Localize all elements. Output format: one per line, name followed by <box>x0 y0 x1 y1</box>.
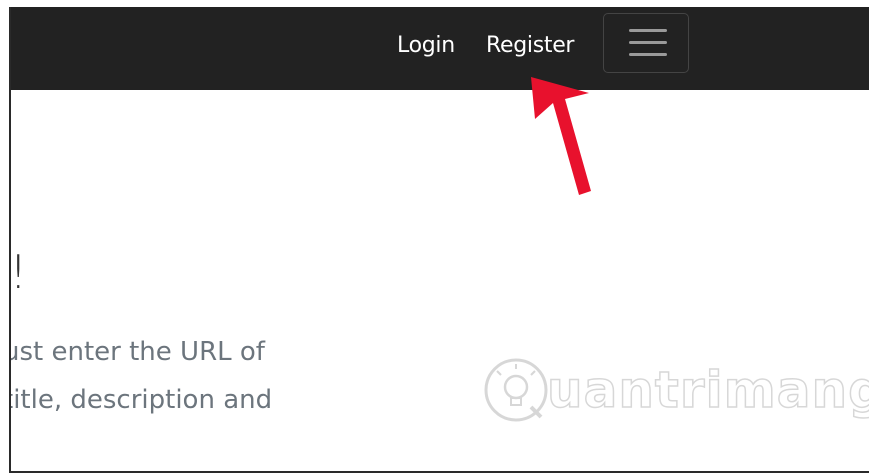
browser-viewport: Login Register ! ust enter the URL of ti… <box>9 7 869 473</box>
red-arrow-annotation-icon <box>531 77 591 195</box>
hamburger-menu-icon <box>629 41 667 44</box>
top-navbar: Login Register <box>11 7 869 90</box>
login-link[interactable]: Login <box>397 31 455 61</box>
lead-text-line-2: title, description and <box>9 385 273 415</box>
lead-text-line-1: ust enter the URL of <box>9 337 265 367</box>
watermark: uantrimang <box>481 355 869 425</box>
hamburger-menu-icon <box>629 53 667 56</box>
watermark-text: uantrimang <box>546 360 869 420</box>
hamburger-menu-icon <box>629 29 667 32</box>
quantrimang-bulb-logo-icon <box>484 358 548 422</box>
page-heading: ! <box>9 245 28 299</box>
navbar-toggler-button[interactable] <box>603 13 689 73</box>
register-link[interactable]: Register <box>486 31 574 61</box>
